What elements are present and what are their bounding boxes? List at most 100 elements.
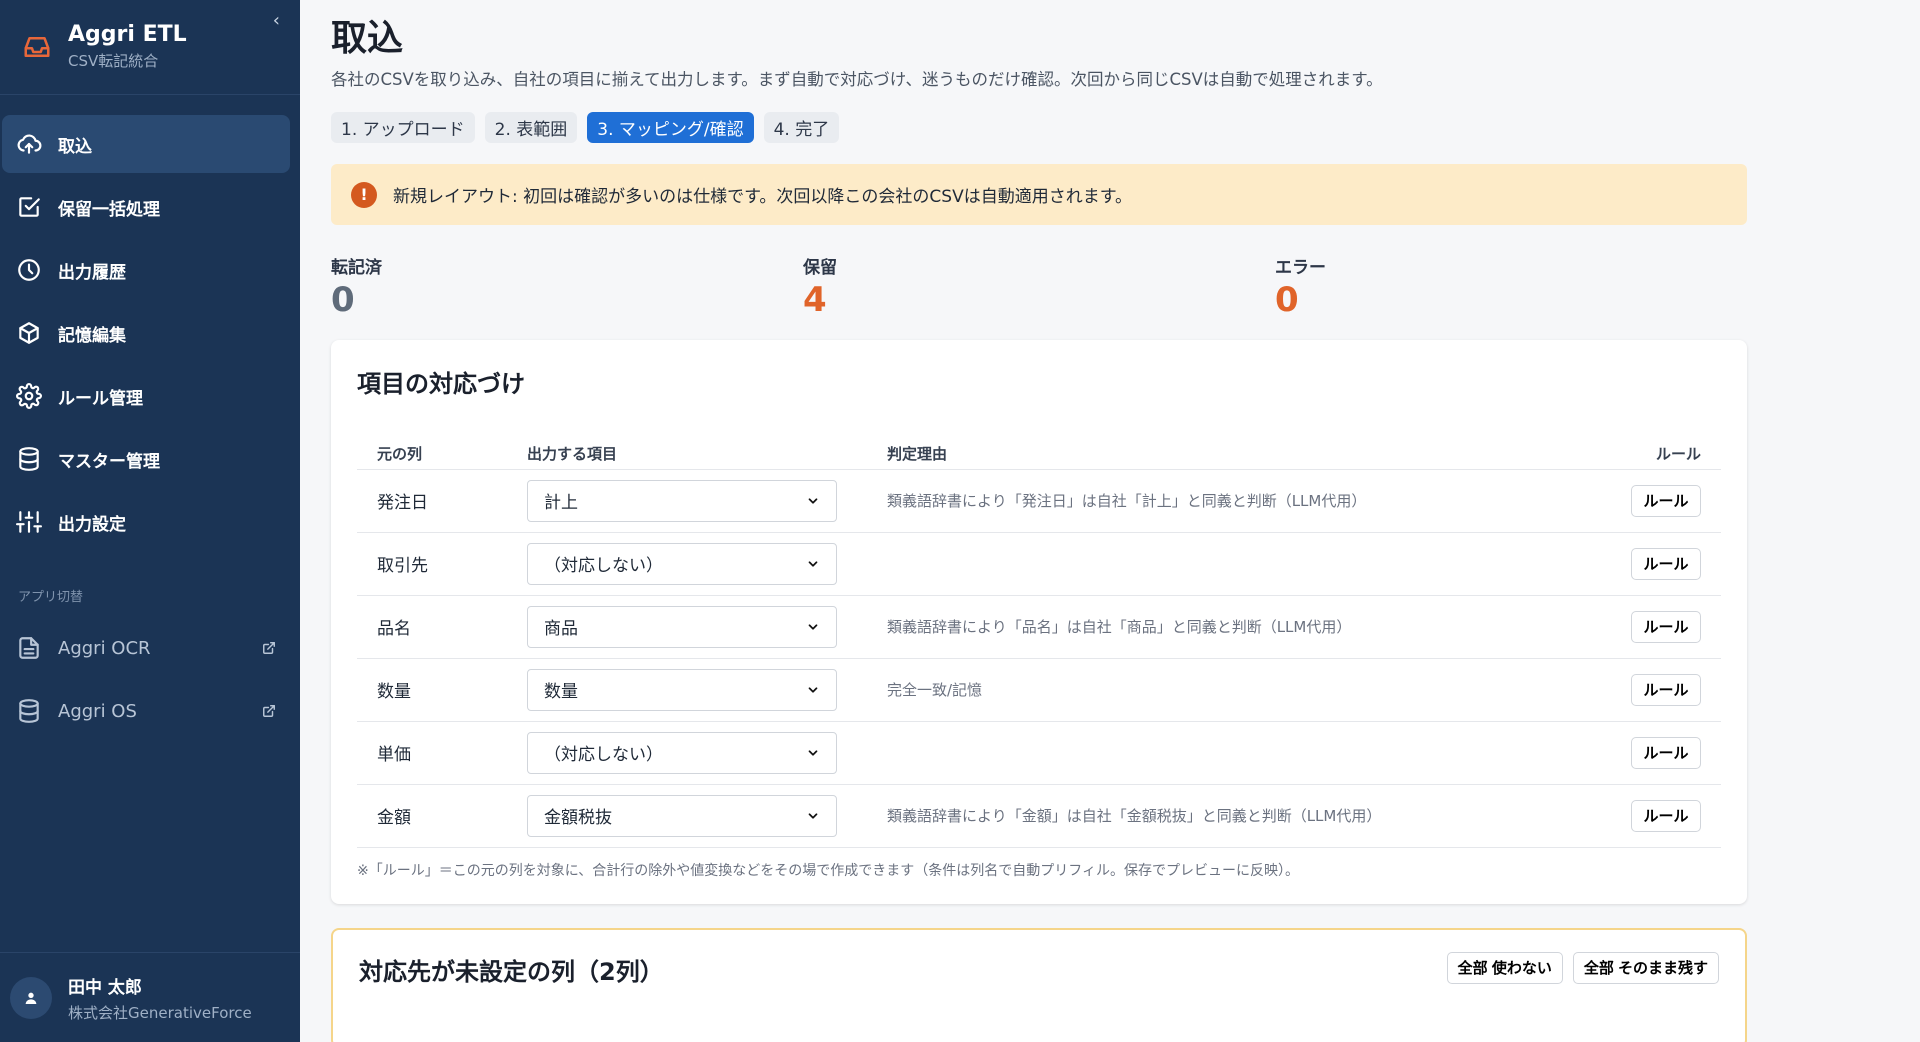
- source-column: 発注日: [357, 469, 507, 533]
- source-column: 数量: [357, 658, 507, 722]
- stat-value: 0: [1275, 280, 1299, 320]
- chevron-down-icon: [808, 497, 818, 504]
- stat-error: エラー 0: [1275, 253, 1747, 320]
- target-field-value: 計上: [544, 493, 578, 513]
- rule-button[interactable]: ルール: [1631, 484, 1701, 517]
- new-layout-alert: ! 新規レイアウト: 初回は確認が多いのは仕様です。次回以降この会社のCSVは自…: [331, 164, 1747, 225]
- page-description: 各社のCSVを取り込み、自社の項目に揃えて出力します。まず自動で対応づけ、迷うも…: [331, 70, 1383, 89]
- reason-text: 類義語辞書により「金額」は自社「金額税抜」と同義と判断（LLM代用）: [867, 784, 1601, 848]
- sliders-icon: [16, 511, 42, 533]
- sidebar-item-label: マスター管理: [58, 451, 160, 472]
- unmapped-card: 対応先が未設定の列（2列） 全部 使わない 全部 そのまま残す: [331, 927, 1747, 1042]
- upload-cloud-icon: [17, 134, 42, 154]
- user-name: 田中 太郎: [68, 977, 142, 998]
- sidebar-item-master[interactable]: マスター管理: [2, 430, 290, 488]
- sidebar-item-aggri-ocr[interactable]: Aggri OCR: [2, 619, 290, 677]
- target-field-select[interactable]: 計上: [527, 479, 837, 522]
- mapping-title: 項目の対応づけ: [357, 370, 525, 398]
- target-field-value: 金額税抜: [544, 808, 612, 828]
- rule-cell: ルール: [1601, 784, 1721, 848]
- stat-label: 転記済: [331, 258, 382, 278]
- sidebar-item-import[interactable]: 取込: [2, 115, 290, 173]
- sidebar-item-label: 出力履歴: [58, 262, 126, 283]
- stat-value: 0: [331, 280, 355, 320]
- target-cell: （対応しない）: [507, 721, 867, 785]
- unuse-all-button[interactable]: 全部 使わない: [1446, 951, 1563, 984]
- rule-cell: ルール: [1601, 532, 1721, 596]
- target-field-select[interactable]: 金額税抜: [527, 794, 837, 837]
- stat-transferred: 転記済 0: [331, 253, 803, 320]
- sidebar-item-bulk-pending[interactable]: 保留一括処理: [2, 178, 290, 236]
- step-mapping[interactable]: 3. マッピング/確認: [587, 112, 754, 143]
- external-link-icon: [263, 705, 275, 717]
- main-nav: 取込 保留一括処理 出力履歴 記憶編集 ルール管理 マスター管理 出力設定 アプ…: [0, 95, 300, 745]
- rule-cell: ルール: [1601, 595, 1721, 659]
- document-icon: [19, 637, 39, 659]
- sidebar-item-rules[interactable]: ルール管理: [2, 367, 290, 425]
- mapping-card: 項目の対応づけ 元の列 出力する項目 判定理由 ルール 発注日 計上 類義語辞書によ…: [331, 340, 1747, 904]
- rule-cell: ルール: [1601, 721, 1721, 785]
- main-content: 取込 各社のCSVを取り込み、自社の項目に揃えて出力します。まず自動で対応づけ、…: [300, 0, 1920, 1042]
- target-field-select[interactable]: 数量: [527, 668, 837, 711]
- target-field-value: 数量: [544, 682, 578, 702]
- source-column: 品名: [357, 595, 507, 659]
- stat-pending: 保留 4: [803, 253, 1275, 320]
- step-table-range[interactable]: 2. 表範囲: [484, 112, 578, 143]
- unmapped-title: 対応先が未設定の列（2列）: [359, 957, 664, 986]
- chevron-down-icon: [808, 686, 818, 693]
- col-header-source: 元の列: [357, 439, 507, 470]
- rule-button[interactable]: ルール: [1631, 547, 1701, 580]
- cube-icon: [19, 322, 39, 344]
- target-cell: 商品: [507, 595, 867, 659]
- rule-button[interactable]: ルール: [1631, 610, 1701, 643]
- rule-button[interactable]: ルール: [1631, 736, 1701, 769]
- table-row: 数量 数量 完全一致/記憶 ルール: [357, 658, 1721, 722]
- col-header-reason: 判定理由: [867, 439, 1601, 470]
- database-icon: [19, 699, 39, 723]
- chevron-down-icon: [808, 560, 818, 567]
- target-field-select[interactable]: （対応しない）: [527, 731, 837, 774]
- target-cell: 計上: [507, 469, 867, 533]
- chevron-down-icon: [808, 749, 818, 756]
- target-cell: 数量: [507, 658, 867, 722]
- step-tabs: 1. アップロード 2. 表範囲 3. マッピング/確認 4. 完了: [331, 112, 1920, 143]
- app-subtitle: CSV転記統合: [68, 52, 159, 71]
- keep-all-button[interactable]: 全部 そのまま残す: [1572, 951, 1719, 984]
- sidebar-item-label: ルール管理: [58, 388, 143, 409]
- sidebar-item-output-settings[interactable]: 出力設定: [2, 493, 290, 551]
- chevron-down-icon: [808, 623, 818, 630]
- target-field-select[interactable]: 商品: [527, 605, 837, 648]
- sidebar: Aggri ETL CSV転記統合 ‹ 取込 保留一括処理 出力履歴 記憶編集 …: [0, 0, 300, 1042]
- unmapped-actions: 全部 使わない 全部 そのまま残す: [1446, 951, 1719, 984]
- mapping-table: 元の列 出力する項目 判定理由 ルール 発注日 計上 類義語辞書により「発注日」は自…: [357, 439, 1721, 848]
- target-field-select[interactable]: （対応しない）: [527, 542, 837, 585]
- step-upload[interactable]: 1. アップロード: [331, 112, 475, 143]
- target-field-value: （対応しない）: [544, 556, 663, 576]
- alert-text: 新規レイアウト: 初回は確認が多いのは仕様です。次回以降この会社のCSVは自動適…: [393, 187, 1133, 207]
- source-column: 金額: [357, 784, 507, 848]
- step-complete[interactable]: 4. 完了: [763, 112, 840, 143]
- sidebar-item-history[interactable]: 出力履歴: [2, 241, 290, 299]
- stats: 転記済 0 保留 4 エラー 0: [331, 253, 1747, 320]
- stat-label: エラー: [1275, 258, 1326, 278]
- user-profile[interactable]: 田中 太郎 株式会社GenerativeForce: [0, 952, 300, 1042]
- stat-value: 4: [803, 280, 827, 320]
- sidebar-item-label: 記憶編集: [58, 325, 126, 346]
- chevron-down-icon: [808, 812, 818, 819]
- reason-text: [867, 721, 1601, 785]
- app-switch-label: アプリ切替: [18, 590, 84, 605]
- avatar: [10, 976, 52, 1019]
- sidebar-item-label: Aggri OS: [58, 700, 137, 722]
- sidebar-item-memory[interactable]: 記憶編集: [2, 304, 290, 362]
- rule-button[interactable]: ルール: [1631, 673, 1701, 706]
- collapse-sidebar-button[interactable]: ‹: [273, 10, 280, 31]
- sidebar-item-aggri-os[interactable]: Aggri OS: [2, 682, 290, 740]
- rule-note: ※「ルール」＝この元の列を対象に、合計行の除外や値変換などをその場で作成できます…: [357, 862, 1300, 879]
- reason-text: [867, 532, 1601, 596]
- reason-text: 類義語辞書により「発注日」は自社「計上」と同義と判断（LLM代用）: [867, 469, 1601, 533]
- stat-label: 保留: [803, 258, 837, 278]
- database-icon: [19, 447, 39, 471]
- target-field-value: 商品: [544, 619, 578, 639]
- checkbox-edit-icon: [19, 197, 40, 217]
- rule-button[interactable]: ルール: [1631, 799, 1701, 832]
